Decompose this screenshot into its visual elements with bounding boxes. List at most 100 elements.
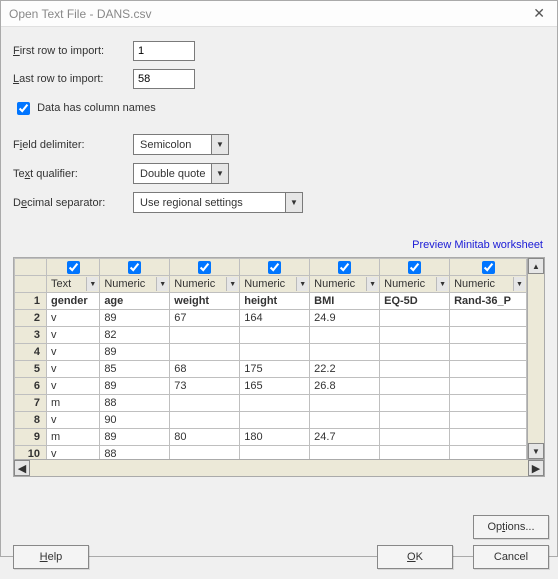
data-cell[interactable] [450, 310, 527, 327]
data-cell[interactable] [240, 395, 310, 412]
data-cell[interactable]: 73 [170, 378, 240, 395]
data-cell[interactable] [170, 344, 240, 361]
data-cell[interactable] [240, 344, 310, 361]
decimal-separator-select[interactable]: Use regional settings ▼ [133, 192, 303, 213]
data-cell[interactable] [380, 361, 450, 378]
column-type-select[interactable]: Numeric▼ [450, 276, 527, 293]
data-cell[interactable]: 68 [170, 361, 240, 378]
data-cell[interactable] [380, 395, 450, 412]
close-icon[interactable]: ✕ [529, 5, 549, 22]
data-cell[interactable] [450, 395, 527, 412]
data-cell[interactable] [380, 429, 450, 446]
data-cell[interactable] [310, 412, 380, 429]
data-cell[interactable] [310, 327, 380, 344]
column-type-select[interactable]: Numeric▼ [100, 276, 170, 293]
data-cell[interactable]: v [47, 361, 100, 378]
data-cell[interactable]: 88 [100, 395, 170, 412]
data-cell[interactable]: 90 [100, 412, 170, 429]
ok-button[interactable]: OK [377, 545, 453, 569]
data-cell[interactable] [240, 412, 310, 429]
data-cell[interactable] [380, 310, 450, 327]
column-include-checkbox[interactable] [240, 259, 310, 276]
data-cell[interactable] [380, 446, 450, 460]
data-cell[interactable] [380, 327, 450, 344]
scroll-left-icon[interactable]: ◀ [14, 460, 30, 476]
data-cell[interactable]: 80 [170, 429, 240, 446]
data-cell[interactable] [310, 446, 380, 460]
data-cell[interactable] [170, 446, 240, 460]
data-cell[interactable]: 89 [100, 429, 170, 446]
column-header: EQ-5D [380, 293, 450, 310]
data-cell[interactable] [240, 327, 310, 344]
field-delimiter-label: Field delimiter: [13, 139, 133, 151]
data-cell[interactable]: 24.9 [310, 310, 380, 327]
row-number: 6 [15, 378, 47, 395]
data-cell[interactable]: 82 [100, 327, 170, 344]
data-cell[interactable]: 175 [240, 361, 310, 378]
data-cell[interactable]: v [47, 344, 100, 361]
help-button[interactable]: Help [13, 545, 89, 569]
data-cell[interactable] [450, 327, 527, 344]
options-button[interactable]: Options... [473, 515, 549, 539]
column-header: height [240, 293, 310, 310]
data-cell[interactable]: v [47, 412, 100, 429]
data-cell[interactable] [450, 412, 527, 429]
scroll-up-icon[interactable]: ▲ [528, 258, 544, 274]
scroll-down-icon[interactable]: ▼ [528, 443, 544, 459]
column-include-checkbox[interactable] [47, 259, 100, 276]
data-cell[interactable] [450, 361, 527, 378]
column-names-checkbox-label[interactable]: Data has column names [13, 102, 156, 114]
data-cell[interactable] [240, 446, 310, 460]
data-cell[interactable]: 88 [100, 446, 170, 460]
data-cell[interactable]: 164 [240, 310, 310, 327]
data-cell[interactable]: 165 [240, 378, 310, 395]
data-cell[interactable]: 89 [100, 378, 170, 395]
data-cell[interactable] [450, 378, 527, 395]
vertical-scrollbar[interactable]: ▲ ▼ [527, 258, 544, 459]
column-type-select[interactable]: Numeric▼ [240, 276, 310, 293]
data-cell[interactable] [380, 412, 450, 429]
column-include-checkbox[interactable] [380, 259, 450, 276]
column-type-select[interactable]: Text▼ [47, 276, 100, 293]
data-cell[interactable] [380, 344, 450, 361]
data-cell[interactable] [170, 327, 240, 344]
data-cell[interactable]: 89 [100, 344, 170, 361]
data-cell[interactable] [170, 395, 240, 412]
scroll-right-icon[interactable]: ▶ [528, 460, 544, 476]
data-cell[interactable]: 26.8 [310, 378, 380, 395]
data-cell[interactable]: 24.7 [310, 429, 380, 446]
data-cell[interactable] [310, 344, 380, 361]
data-cell[interactable] [450, 429, 527, 446]
column-include-checkbox[interactable] [100, 259, 170, 276]
data-cell[interactable]: m [47, 429, 100, 446]
cancel-button[interactable]: Cancel [473, 545, 549, 569]
data-cell[interactable]: 22.2 [310, 361, 380, 378]
column-include-checkbox[interactable] [450, 259, 527, 276]
data-cell[interactable]: 85 [100, 361, 170, 378]
first-row-input[interactable] [133, 41, 195, 61]
column-type-select[interactable]: Numeric▼ [310, 276, 380, 293]
column-type-select[interactable]: Numeric▼ [380, 276, 450, 293]
data-cell[interactable]: v [47, 378, 100, 395]
data-cell[interactable]: v [47, 446, 100, 460]
data-cell[interactable]: v [47, 327, 100, 344]
field-delimiter-select[interactable]: Semicolon ▼ [133, 134, 229, 155]
column-include-checkbox[interactable] [310, 259, 380, 276]
data-cell[interactable] [450, 344, 527, 361]
column-include-checkbox[interactable] [170, 259, 240, 276]
preview-worksheet-link[interactable]: Preview Minitab worksheet [13, 221, 545, 257]
data-cell[interactable]: 89 [100, 310, 170, 327]
data-cell[interactable]: 180 [240, 429, 310, 446]
data-cell[interactable]: m [47, 395, 100, 412]
column-type-select[interactable]: Numeric▼ [170, 276, 240, 293]
last-row-input[interactable] [133, 69, 195, 89]
data-cell[interactable] [170, 412, 240, 429]
data-cell[interactable] [450, 446, 527, 460]
data-cell[interactable] [380, 378, 450, 395]
data-cell[interactable] [310, 395, 380, 412]
data-cell[interactable]: v [47, 310, 100, 327]
horizontal-scrollbar[interactable]: ◀ ▶ [13, 460, 545, 477]
column-names-checkbox[interactable] [17, 102, 30, 115]
text-qualifier-select[interactable]: Double quote ▼ [133, 163, 229, 184]
data-cell[interactable]: 67 [170, 310, 240, 327]
